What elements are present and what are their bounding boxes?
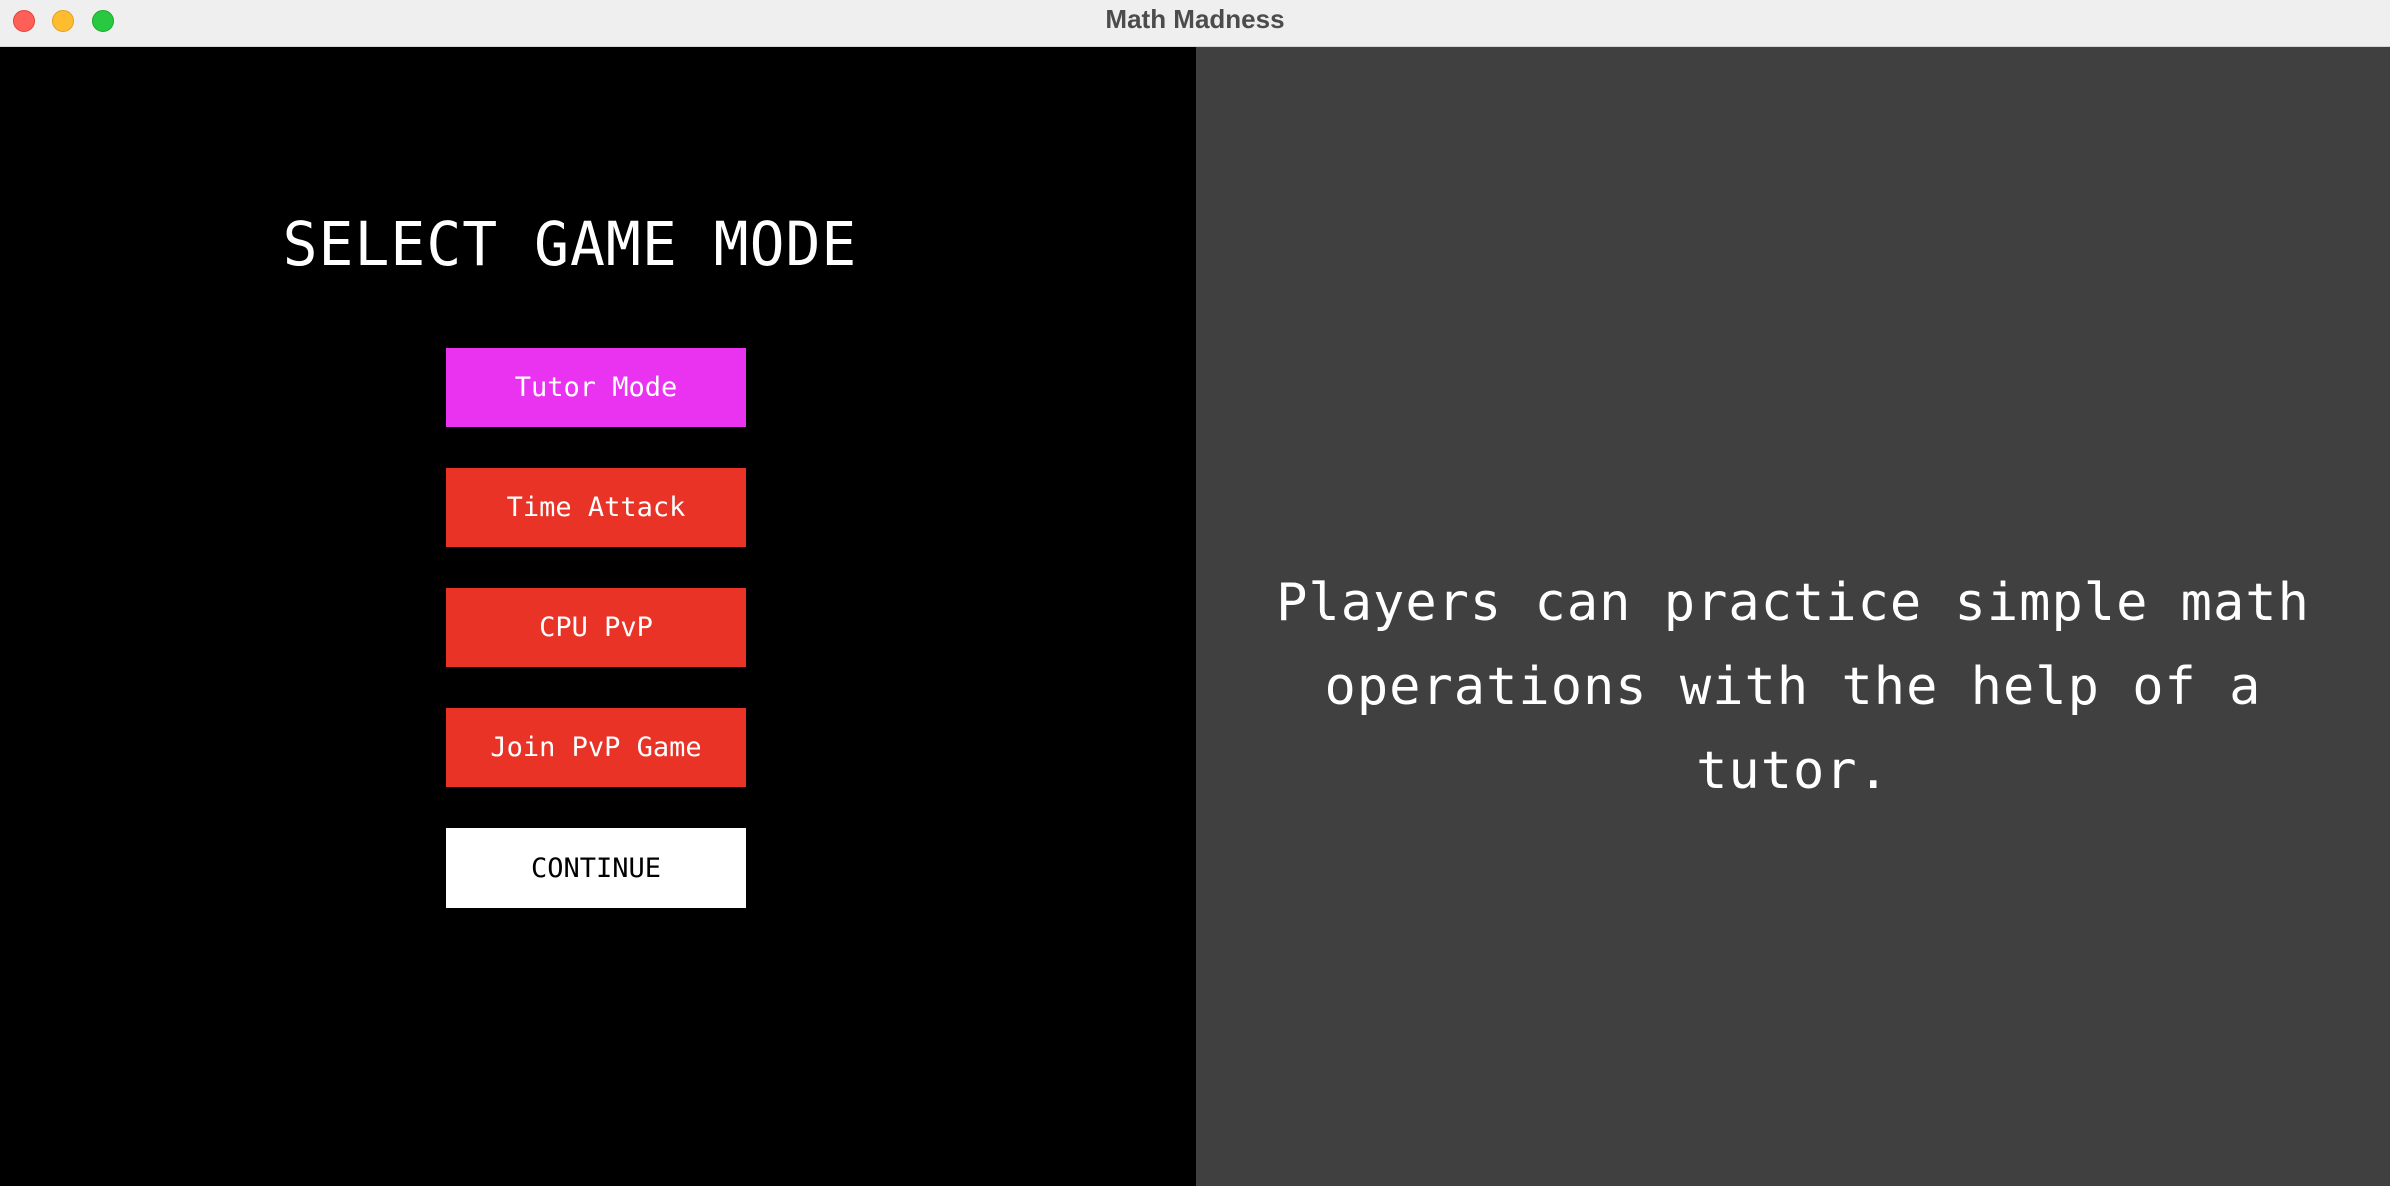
continue-button[interactable]: CONTINUE: [446, 828, 746, 908]
mode-select-panel: SELECT GAME MODE Tutor Mode Time Attack …: [0, 47, 1196, 1186]
tutor-mode-button[interactable]: Tutor Mode: [446, 348, 746, 427]
title-bar: Math Madness: [0, 0, 2390, 47]
mode-description: Players can practice simple math operati…: [1276, 573, 2310, 801]
join-pvp-game-button[interactable]: Join PvP Game: [446, 708, 746, 787]
window-title: Math Madness: [1105, 4, 1285, 34]
time-attack-button[interactable]: Time Attack: [446, 468, 746, 547]
page-title: SELECT GAME MODE: [282, 208, 858, 280]
app-window: Math Madness SELECT GAME MODE Tutor Mode…: [0, 0, 2390, 1186]
mode-description-panel: Players can practice simple math operati…: [1196, 47, 2390, 1186]
cpu-pvp-button[interactable]: CPU PvP: [446, 588, 746, 667]
